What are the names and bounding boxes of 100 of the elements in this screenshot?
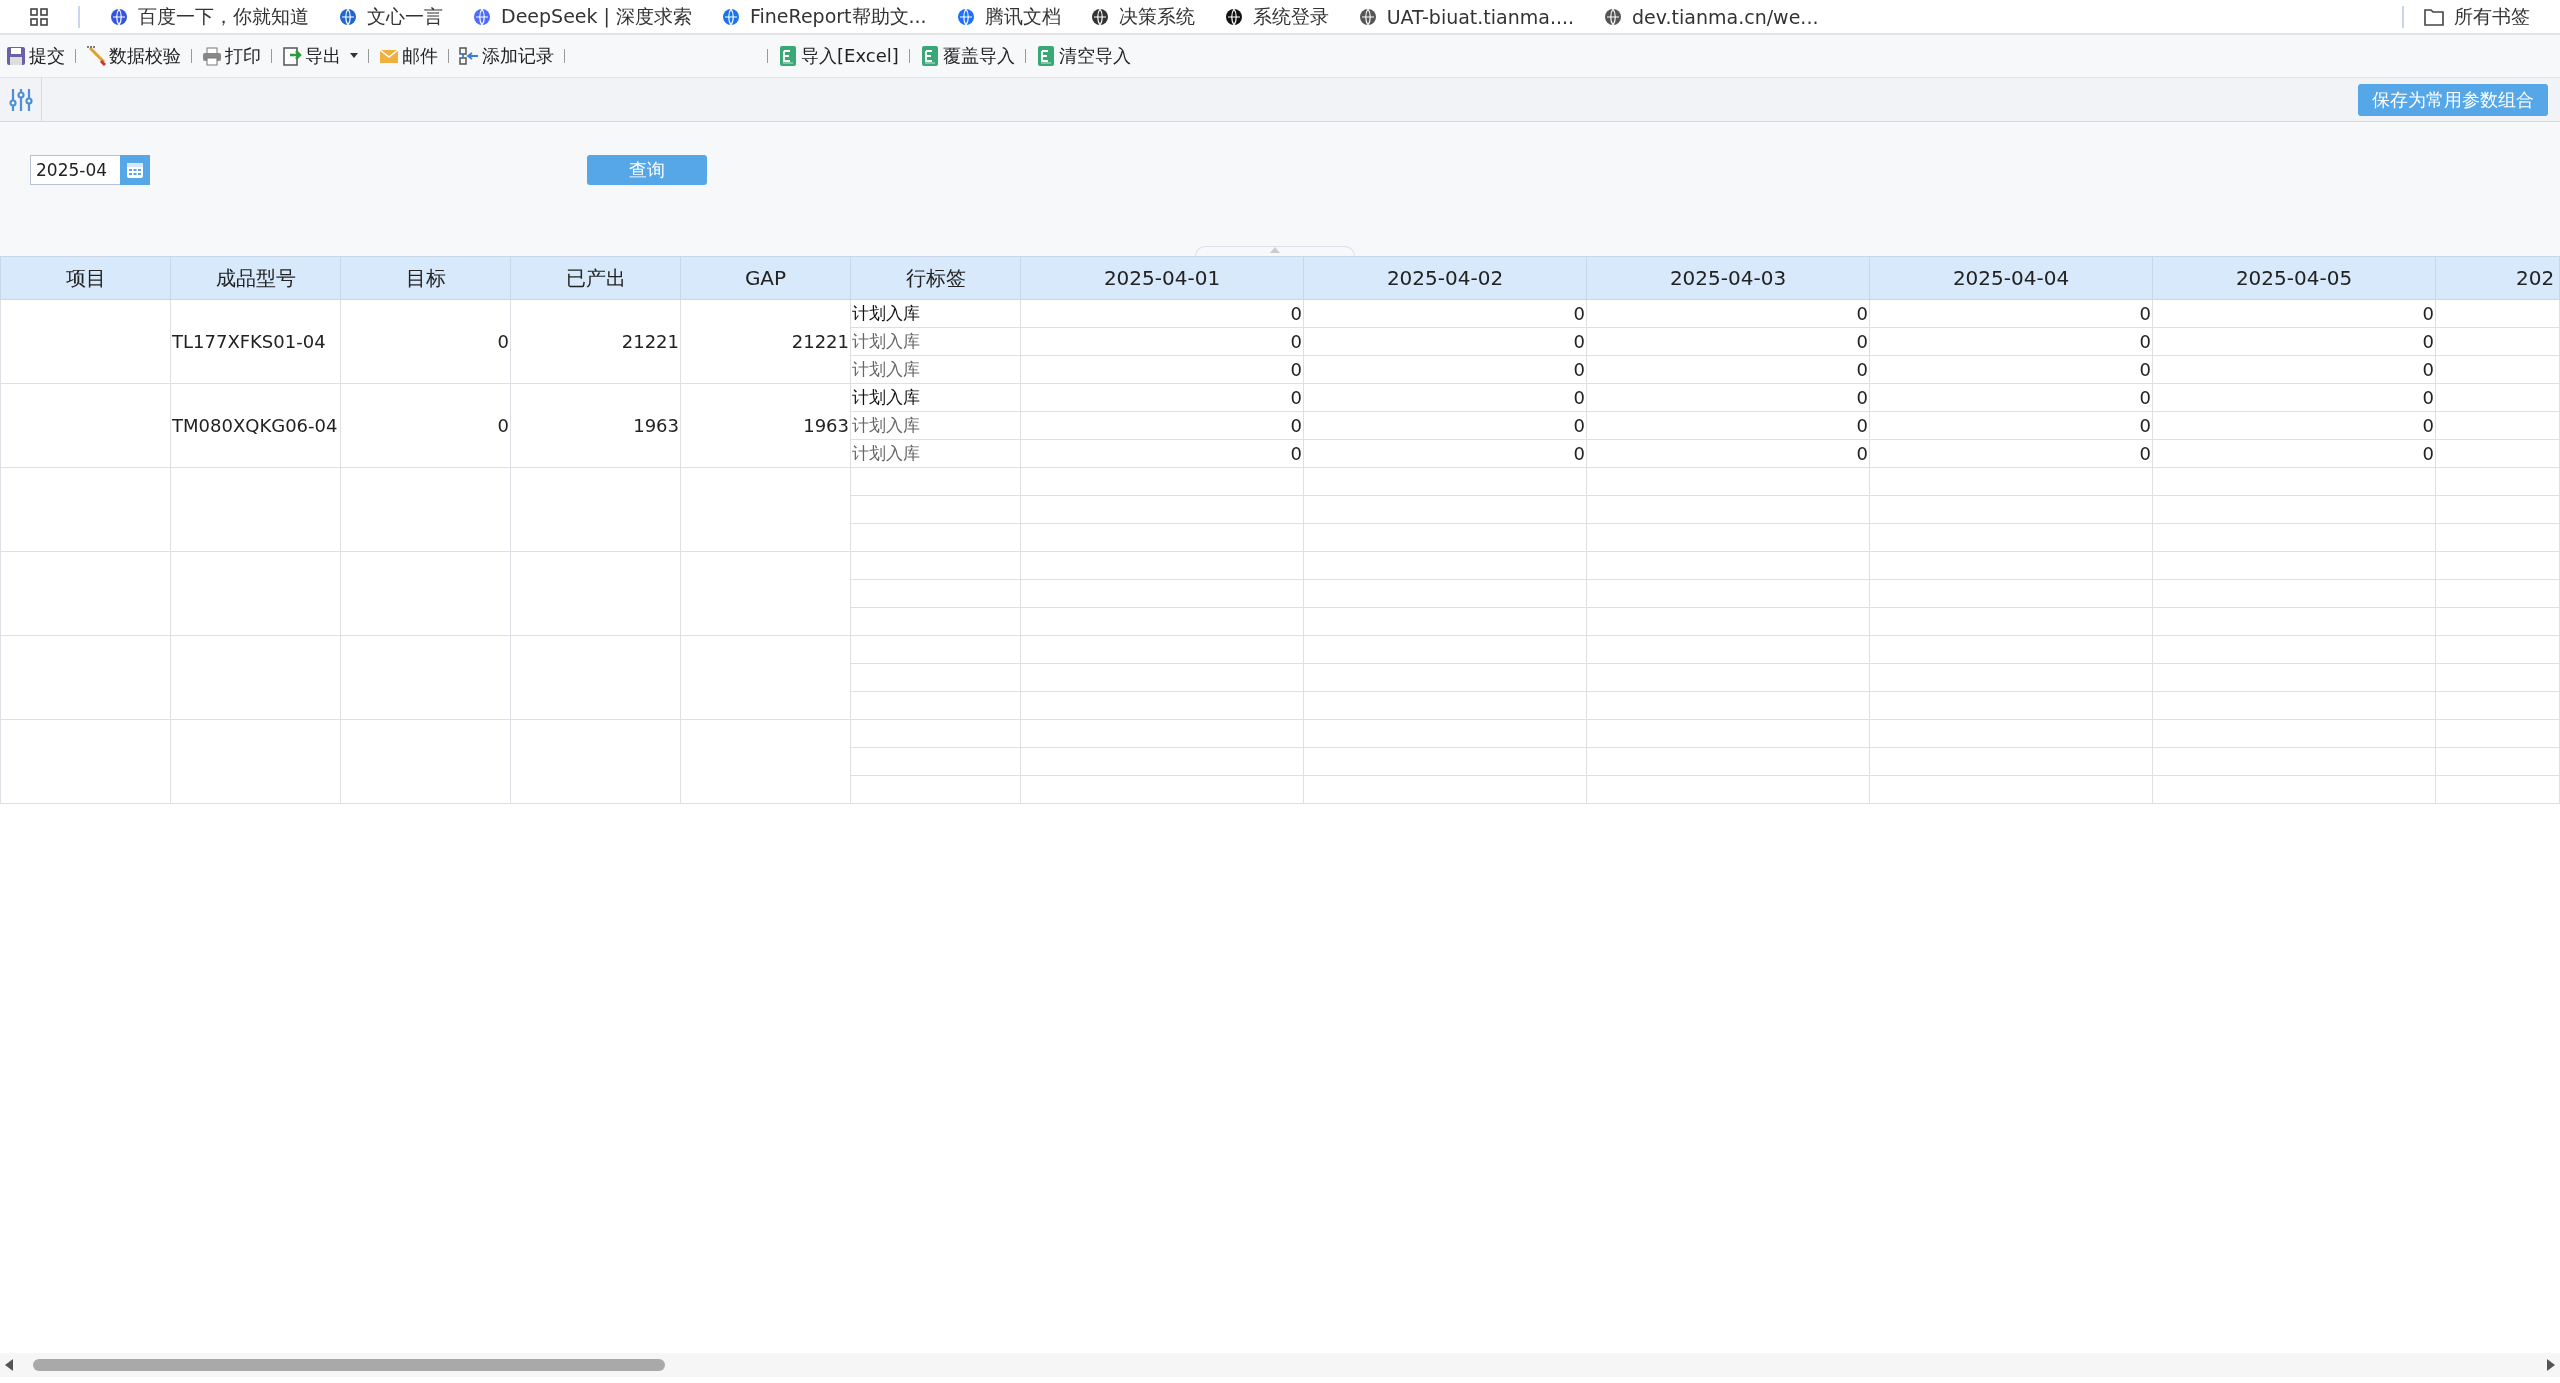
table-cell: 0 (1869, 383, 2153, 412)
table-cell: 0 (1303, 383, 1587, 412)
table-cell: 计划入库 (850, 299, 1021, 328)
table-cell: 0 (1020, 383, 1304, 412)
column-header: 行标签 (850, 256, 1021, 300)
table-cell: 0 (2152, 439, 2436, 468)
table-cell: 计划入库 (850, 355, 1021, 384)
globe-icon (722, 7, 740, 26)
globe-icon (473, 7, 491, 26)
pencil-icon (86, 46, 106, 66)
bookmark-link[interactable]: DeepSeek | 深度求索 (473, 3, 692, 30)
table-cell: 0 (1586, 327, 1870, 356)
table-cell: 0 (1020, 355, 1304, 384)
globe-icon (1090, 7, 1109, 26)
column-header: 项目 (0, 256, 171, 300)
table-cell: 0 (1020, 299, 1304, 328)
collapse-handle[interactable] (1195, 246, 1355, 256)
table-cell: 0 (1020, 411, 1304, 440)
column-header: GAP (680, 256, 851, 300)
globe-icon (1224, 7, 1243, 26)
table-cell: 0 (1020, 327, 1304, 356)
column-header: 成品型号 (170, 256, 341, 300)
table-cell: 0 (1586, 439, 1870, 468)
globe-icon (110, 7, 128, 26)
toolbar-button[interactable]: 覆盖导入 (915, 44, 1019, 68)
table-cell: 计划入库 (850, 439, 1021, 468)
bookmark-link[interactable]: 百度一下，你就知道 (110, 3, 309, 30)
table-cell: 0 (1303, 411, 1587, 440)
spreadsheet-icon (1035, 45, 1056, 67)
table-cell: 0 (1303, 439, 1587, 468)
globe-icon (339, 7, 357, 26)
table-cell: 0 (2152, 383, 2436, 412)
column-header: 202 (2435, 256, 2560, 300)
table-cell: 0 (340, 299, 511, 384)
table-cell: 1963 (510, 383, 681, 468)
table-cell: 0 (1586, 383, 1870, 412)
toolbar-button[interactable]: 导入[Excel] (774, 44, 903, 68)
column-header: 2025-04-04 (1869, 256, 2153, 300)
globe-icon (956, 7, 975, 26)
table-cell: 0 (2152, 355, 2436, 384)
table-cell: 0 (2152, 327, 2436, 356)
table-cell: TL177XFKS01-04 (170, 299, 341, 384)
table-cell: 0 (1586, 355, 1870, 384)
table-cell: 计划入库 (850, 383, 1021, 412)
toolbar-button[interactable]: 清空导入 (1031, 44, 1135, 68)
column-header: 2025-04-01 (1020, 256, 1304, 300)
table-cell: 1963 (680, 383, 851, 468)
toolbar-button[interactable]: 数据校验 (82, 44, 185, 68)
bookmark-link[interactable]: 腾讯文档 (956, 3, 1061, 30)
bookmark-link[interactable]: 系统登录 (1224, 3, 1329, 30)
spreadsheet-icon (778, 45, 798, 67)
column-header: 2025-04-02 (1303, 256, 1587, 300)
toolbar-button[interactable]: 打印 (198, 44, 265, 68)
table-cell: 计划入库 (850, 411, 1021, 440)
toolbar-button[interactable]: 导出 (278, 44, 362, 68)
table-cell: 21221 (680, 299, 851, 384)
printer-icon (202, 46, 222, 66)
table-cell: 0 (1020, 439, 1304, 468)
table-cell: 0 (1869, 355, 2153, 384)
scrollbar-thumb[interactable] (33, 1359, 665, 1371)
bookmark-link[interactable]: UAT-biuat.tianma.... (1358, 5, 1575, 28)
apps-icon[interactable] (30, 7, 48, 26)
column-header: 目标 (340, 256, 511, 300)
horizontal-scrollbar[interactable] (0, 1353, 2560, 1377)
table-cell: 0 (2152, 411, 2436, 440)
table-cell: 0 (1869, 439, 2153, 468)
scroll-right-icon[interactable] (2546, 1359, 2556, 1371)
table-cell: 0 (340, 383, 511, 468)
scroll-left-icon[interactable] (4, 1359, 14, 1371)
column-header: 已产出 (510, 256, 681, 300)
toolbar-button[interactable]: 添加记录 (455, 44, 558, 68)
globe-icon (1604, 7, 1623, 26)
export-document-icon (282, 46, 302, 66)
table-cell: 21221 (510, 299, 681, 384)
bookmark-link[interactable]: dev.tianma.cn/we... (1604, 5, 1819, 28)
spreadsheet-icon (919, 45, 940, 67)
table-cell: 0 (1869, 299, 2153, 328)
toolbar-button[interactable]: 邮件 (375, 44, 442, 68)
column-header: 2025-04-03 (1586, 256, 1870, 300)
table-cell: 0 (1303, 355, 1587, 384)
table-cell: 0 (1586, 299, 1870, 328)
folder-icon (2424, 7, 2444, 26)
caret-icon (350, 53, 358, 59)
month-field[interactable]: 2025-04 (30, 155, 120, 185)
bookmark-link[interactable]: 文心一言 (339, 3, 443, 30)
all-bookmarks-link[interactable]: 所有书签 (2424, 3, 2530, 30)
calendar-icon[interactable] (120, 155, 150, 185)
table-cell: 0 (1586, 411, 1870, 440)
globe-icon (1358, 7, 1377, 26)
table-cell: TM080XQKG06-04 (170, 383, 341, 468)
table-cell: 0 (1303, 327, 1587, 356)
table-cell: 0 (1869, 411, 2153, 440)
bookmark-link[interactable]: FineReport帮助文... (722, 3, 927, 30)
table-cell: 计划入库 (850, 327, 1021, 356)
toolbar-button[interactable]: 提交 (2, 44, 69, 68)
column-header: 2025-04-05 (2152, 256, 2436, 300)
table-cell: 0 (2152, 299, 2436, 328)
table-cell: 0 (1303, 299, 1587, 328)
bookmark-link[interactable]: 决策系统 (1090, 3, 1195, 30)
table-cell: 0 (1869, 327, 2153, 356)
